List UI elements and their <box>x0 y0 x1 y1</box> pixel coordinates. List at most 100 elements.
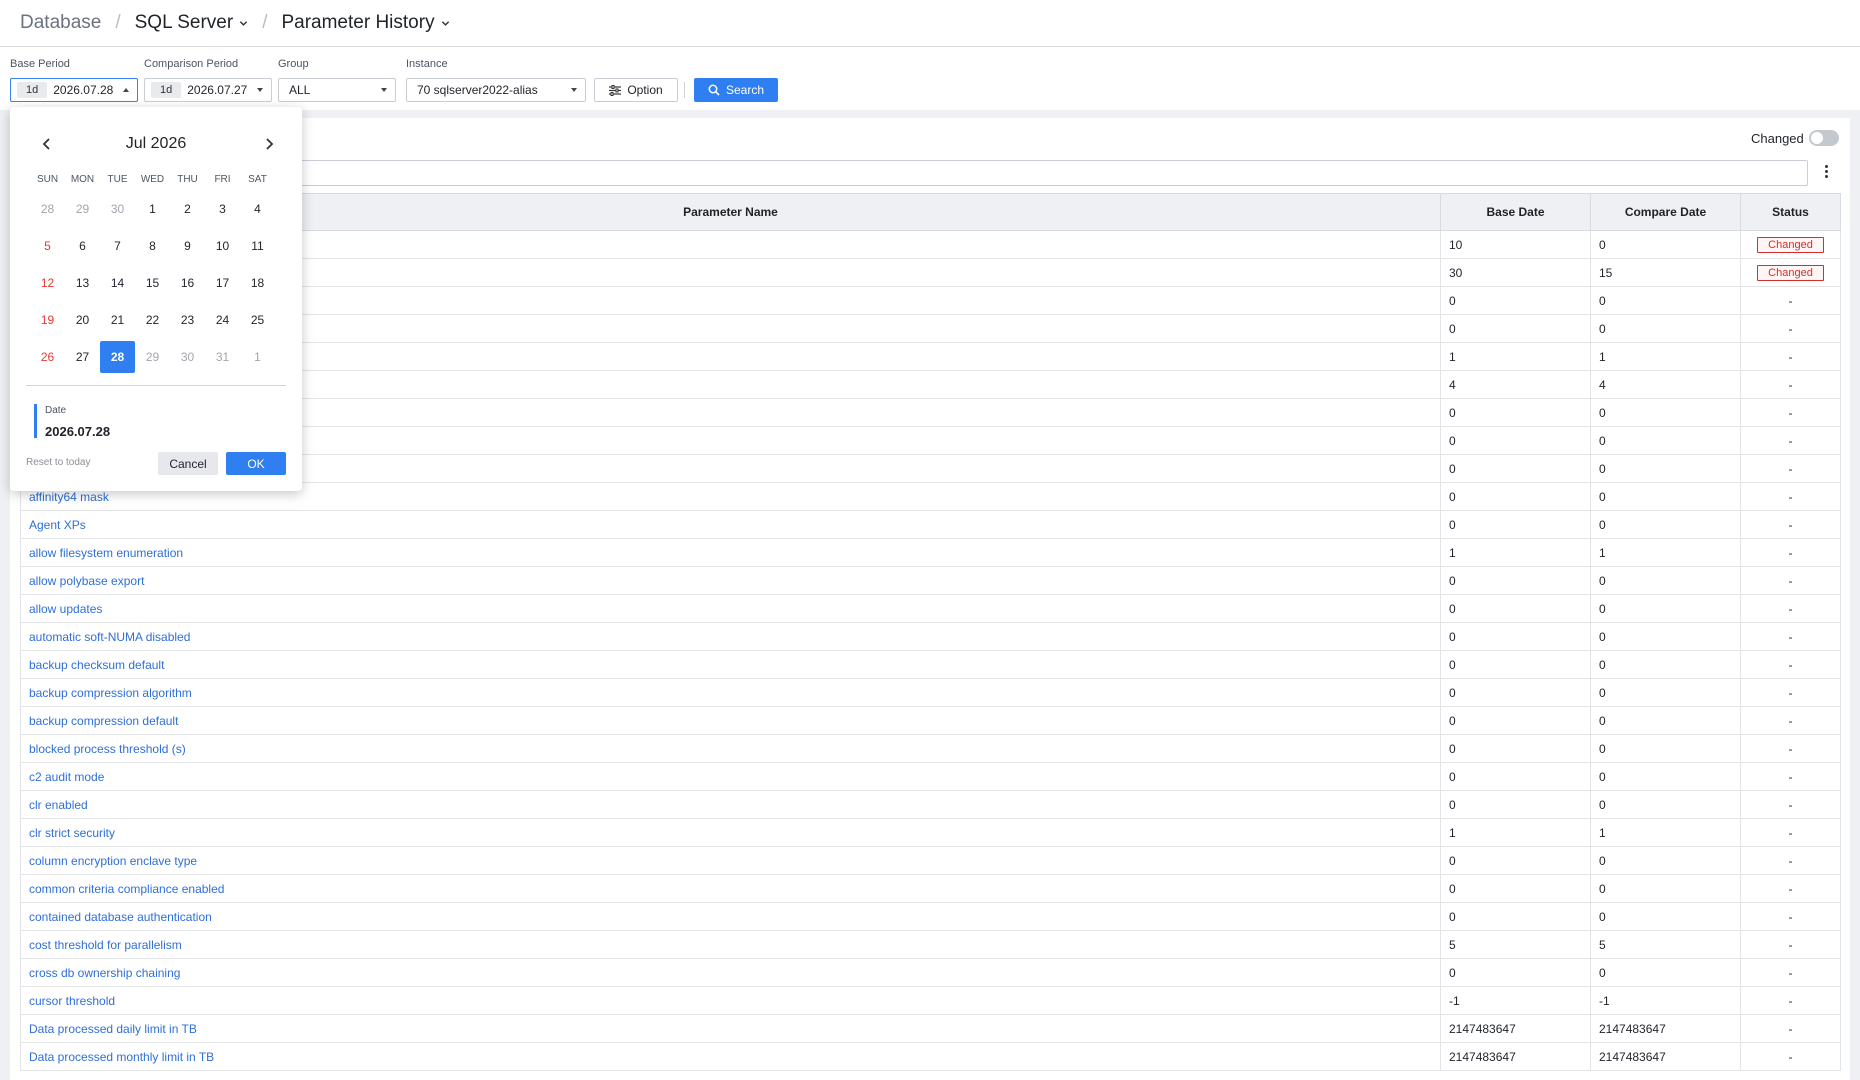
breadcrumb-parameter-history[interactable]: Parameter History <box>281 12 449 34</box>
base-date-cell: 0 <box>1440 454 1591 483</box>
parameter-name-cell[interactable]: clr enabled <box>20 790 1441 819</box>
calendar-day[interactable]: 26 <box>30 341 65 373</box>
changed-toggle[interactable] <box>1809 130 1839 146</box>
breadcrumb-sql-server[interactable]: SQL Server <box>135 12 249 34</box>
table-row[interactable]: automatic soft-NUMA disabled 0 0- <box>20 622 1841 651</box>
parameter-name-cell[interactable]: backup compression algorithm <box>20 678 1441 707</box>
table-row[interactable]: cursor threshold -1 -1- <box>20 986 1841 1015</box>
parameter-name-cell[interactable]: Data processed daily limit in TB <box>20 1014 1441 1043</box>
chevron-right-icon[interactable] <box>262 137 276 151</box>
calendar-day[interactable]: 16 <box>170 267 205 299</box>
calendar-day[interactable]: 4 <box>240 193 275 225</box>
parameter-name-cell[interactable]: cross db ownership chaining <box>20 958 1441 987</box>
calendar-day[interactable]: 2 <box>170 193 205 225</box>
parameter-name-cell[interactable]: automatic soft-NUMA disabled <box>20 622 1441 651</box>
table-row[interactable]: cost threshold for parallelism 5 5- <box>20 930 1841 959</box>
table-row[interactable]: column encryption enclave type 0 0- <box>20 846 1841 875</box>
calendar-day[interactable]: 8 <box>135 230 170 262</box>
option-button[interactable]: Option <box>594 78 678 102</box>
table-row[interactable]: allow updates 0 0- <box>20 594 1841 623</box>
calendar-day[interactable]: 29 <box>65 193 100 225</box>
calendar-day[interactable]: 15 <box>135 267 170 299</box>
table-row[interactable]: clr strict security 1 1- <box>20 818 1841 847</box>
comparison-period-select[interactable]: 1d 2026.07.27 <box>144 78 272 102</box>
calendar-day[interactable]: 30 <box>100 193 135 225</box>
status-cell: - <box>1740 1014 1841 1043</box>
calendar-day[interactable]: 6 <box>65 230 100 262</box>
breadcrumb-database[interactable]: Database <box>20 12 101 34</box>
calendar-day[interactable]: 17 <box>205 267 240 299</box>
calendar-day[interactable]: 24 <box>205 304 240 336</box>
column-header-base-date[interactable]: Base Date <box>1440 193 1591 231</box>
table-row[interactable]: backup compression algorithm 0 0- <box>20 678 1841 707</box>
parameter-name-cell[interactable]: allow polybase export <box>20 566 1441 595</box>
base-date-cell: 0 <box>1440 426 1591 455</box>
calendar-day[interactable]: 22 <box>135 304 170 336</box>
base-date-cell: 4 <box>1440 370 1591 399</box>
calendar-day[interactable]: 25 <box>240 304 275 336</box>
kebab-menu-icon[interactable] <box>1825 165 1829 181</box>
table-row[interactable]: Agent XPs 0 0- <box>20 510 1841 539</box>
table-row[interactable]: clr enabled 0 0- <box>20 790 1841 819</box>
calendar-weekday: SUN <box>36 173 59 185</box>
parameter-name-cell[interactable]: allow updates <box>20 594 1441 623</box>
table-row[interactable]: Data processed monthly limit in TB 214748… <box>20 1042 1841 1071</box>
calendar-day[interactable]: 7 <box>100 230 135 262</box>
calendar-day[interactable]: 19 <box>30 304 65 336</box>
table-row[interactable]: blocked process threshold (s) 0 0- <box>20 734 1841 763</box>
parameter-name-cell[interactable]: clr strict security <box>20 818 1441 847</box>
parameter-name-cell[interactable]: allow filesystem enumeration <box>20 538 1441 567</box>
calendar-day[interactable]: 13 <box>65 267 100 299</box>
table-row[interactable]: backup checksum default 0 0- <box>20 650 1841 679</box>
instance-select[interactable]: 70 sqlserver2022-alias <box>406 78 586 102</box>
parameter-name-cell[interactable]: contained database authentication <box>20 902 1441 931</box>
calendar-day[interactable]: 12 <box>30 267 65 299</box>
parameter-name-cell[interactable]: cost threshold for parallelism <box>20 930 1441 959</box>
calendar-cancel-button[interactable]: Cancel <box>158 452 218 475</box>
search-button[interactable]: Search <box>694 78 778 102</box>
calendar-day[interactable]: 11 <box>240 230 275 262</box>
parameter-name-cell[interactable]: Data processed monthly limit in TB <box>20 1042 1441 1071</box>
parameter-name-cell[interactable]: blocked process threshold (s) <box>20 734 1441 763</box>
table-row[interactable]: cross db ownership chaining 0 0- <box>20 958 1841 987</box>
calendar-day[interactable]: 14 <box>100 267 135 299</box>
calendar-day[interactable]: 5 <box>30 230 65 262</box>
parameter-name-cell[interactable]: cursor threshold <box>20 986 1441 1015</box>
calendar-day[interactable]: 9 <box>170 230 205 262</box>
parameter-name-cell[interactable]: backup checksum default <box>20 650 1441 679</box>
parameter-name-cell[interactable]: Agent XPs <box>20 510 1441 539</box>
calendar-day[interactable]: 21 <box>100 304 135 336</box>
table-row[interactable]: contained database authentication 0 0- <box>20 902 1841 931</box>
status-cell: - <box>1740 1042 1841 1071</box>
calendar-day[interactable]: 18 <box>240 267 275 299</box>
calendar-day[interactable]: 1 <box>240 341 275 373</box>
group-select[interactable]: ALL <box>278 78 396 102</box>
reset-to-today-link[interactable]: Reset to today <box>26 457 90 468</box>
parameter-name-cell[interactable]: c2 audit mode <box>20 762 1441 791</box>
base-period-select[interactable]: 1d 2026.07.28 <box>10 78 138 102</box>
calendar-day[interactable]: 23 <box>170 304 205 336</box>
parameter-name-cell[interactable]: common criteria compliance enabled <box>20 874 1441 903</box>
calendar-day[interactable]: 30 <box>170 341 205 373</box>
calendar-day[interactable]: 28 <box>30 193 65 225</box>
calendar-ok-button[interactable]: OK <box>226 452 286 475</box>
table-row[interactable]: c2 audit mode 0 0- <box>20 762 1841 791</box>
table-row[interactable]: allow polybase export 0 0- <box>20 566 1841 595</box>
calendar-day-selected[interactable]: 28 <box>100 341 135 373</box>
parameter-name-cell[interactable]: column encryption enclave type <box>20 846 1441 875</box>
column-header-compare-date[interactable]: Compare Date <box>1590 193 1741 231</box>
table-row[interactable]: common criteria compliance enabled 0 0- <box>20 874 1841 903</box>
calendar-day[interactable]: 10 <box>205 230 240 262</box>
table-row[interactable]: Data processed daily limit in TB 21474836… <box>20 1014 1841 1043</box>
calendar-day[interactable]: 29 <box>135 341 170 373</box>
calendar-day[interactable]: 31 <box>205 341 240 373</box>
calendar-day[interactable]: 27 <box>65 341 100 373</box>
calendar-day[interactable]: 1 <box>135 193 170 225</box>
table-row[interactable]: allow filesystem enumeration 1 1- <box>20 538 1841 567</box>
table-row[interactable]: backup compression default 0 0- <box>20 706 1841 735</box>
column-header-status[interactable]: Status <box>1740 193 1841 231</box>
calendar-day[interactable]: 3 <box>205 193 240 225</box>
base-date-cell: 1 <box>1440 342 1591 371</box>
calendar-day[interactable]: 20 <box>65 304 100 336</box>
parameter-name-cell[interactable]: backup compression default <box>20 706 1441 735</box>
